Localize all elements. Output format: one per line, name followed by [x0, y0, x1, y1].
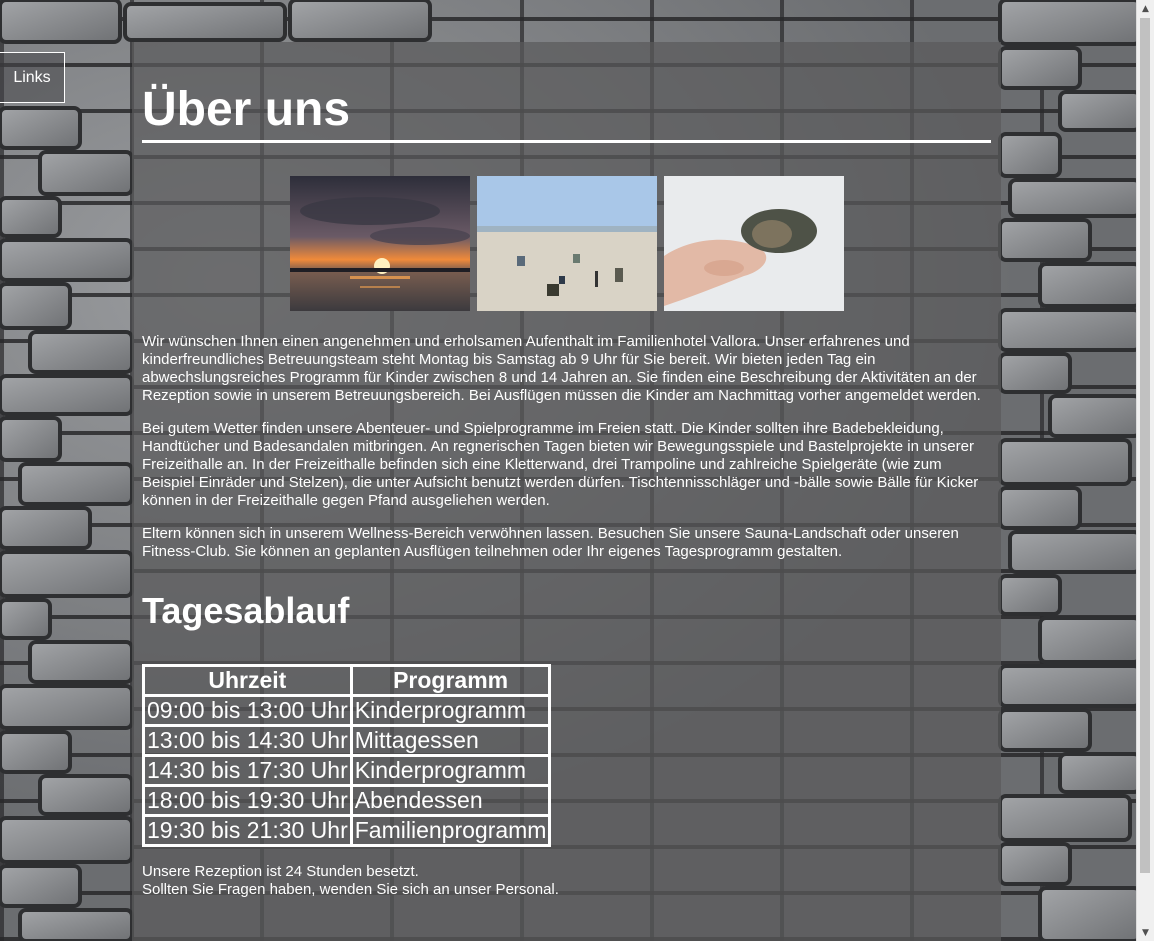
- scrollbar-thumb[interactable]: [1140, 18, 1150, 873]
- main-content-panel: Über uns Wir wünschen Ihnen einen angene…: [132, 42, 1001, 941]
- questions-note: Sollten Sie Fragen haben, wenden Sie sic…: [142, 881, 559, 898]
- page-title: Über uns: [142, 82, 991, 143]
- time-cell: 19:30 bis 21:30 Uhr: [142, 814, 353, 847]
- time-cell: 14:30 bis 17:30 Uhr: [142, 754, 353, 787]
- time-cell: 13:00 bis 14:30 Uhr: [142, 724, 353, 757]
- table-row: 14:30 bis 17:30 Uhr Kinderprogramm: [142, 754, 552, 787]
- reception-note: Unsere Rezeption ist 24 Stunden besetzt.: [142, 863, 419, 880]
- intro-paragraph: Bei gutem Wetter finden unsere Abenteuer…: [142, 420, 979, 509]
- scroll-down-arrow-icon[interactable]: ▼: [1137, 924, 1154, 941]
- table-row: 19:30 bis 21:30 Uhr Familienprogramm: [142, 814, 552, 847]
- sunset-photo: [289, 176, 470, 311]
- table-header-row: Uhrzeit Programm: [142, 664, 552, 697]
- hermit-crab-photo: [663, 176, 844, 311]
- column-header-time: Uhrzeit: [142, 664, 353, 697]
- scroll-up-arrow-icon[interactable]: ▲: [1137, 0, 1154, 17]
- time-cell: 09:00 bis 13:00 Uhr: [142, 694, 353, 727]
- footer-note: Unsere Rezeption ist 24 Stunden besetzt.…: [142, 863, 991, 899]
- intro-paragraph: Eltern können sich in unserem Wellness-B…: [142, 525, 959, 560]
- table-row: 13:00 bis 14:30 Uhr Mittagessen: [142, 724, 552, 757]
- time-cell: 18:00 bis 19:30 Uhr: [142, 784, 353, 817]
- schedule-title: Tagesablauf: [142, 590, 350, 631]
- schedule-table: Uhrzeit Programm 09:00 bis 13:00 Uhr Kin…: [142, 664, 552, 847]
- beach-photo: [476, 176, 657, 311]
- table-row: 18:00 bis 19:30 Uhr Abendessen: [142, 784, 552, 817]
- program-cell: Abendessen: [349, 784, 552, 817]
- program-cell: Kinderprogramm: [349, 754, 552, 787]
- intro-paragraph: Wir wünschen Ihnen einen angenehmen und …: [142, 333, 981, 404]
- table-row: 09:00 bis 13:00 Uhr Kinderprogramm: [142, 694, 552, 727]
- column-header-program: Programm: [349, 664, 552, 697]
- photo-gallery: [142, 176, 991, 311]
- intro-text: Wir wünschen Ihnen einen angenehmen und …: [142, 333, 991, 561]
- program-cell: Kinderprogramm: [349, 694, 552, 727]
- vertical-scrollbar[interactable]: ▲ ▼: [1136, 0, 1154, 941]
- program-cell: Mittagessen: [349, 724, 552, 757]
- program-cell: Familienprogramm: [349, 814, 552, 847]
- links-button[interactable]: Links: [0, 52, 65, 103]
